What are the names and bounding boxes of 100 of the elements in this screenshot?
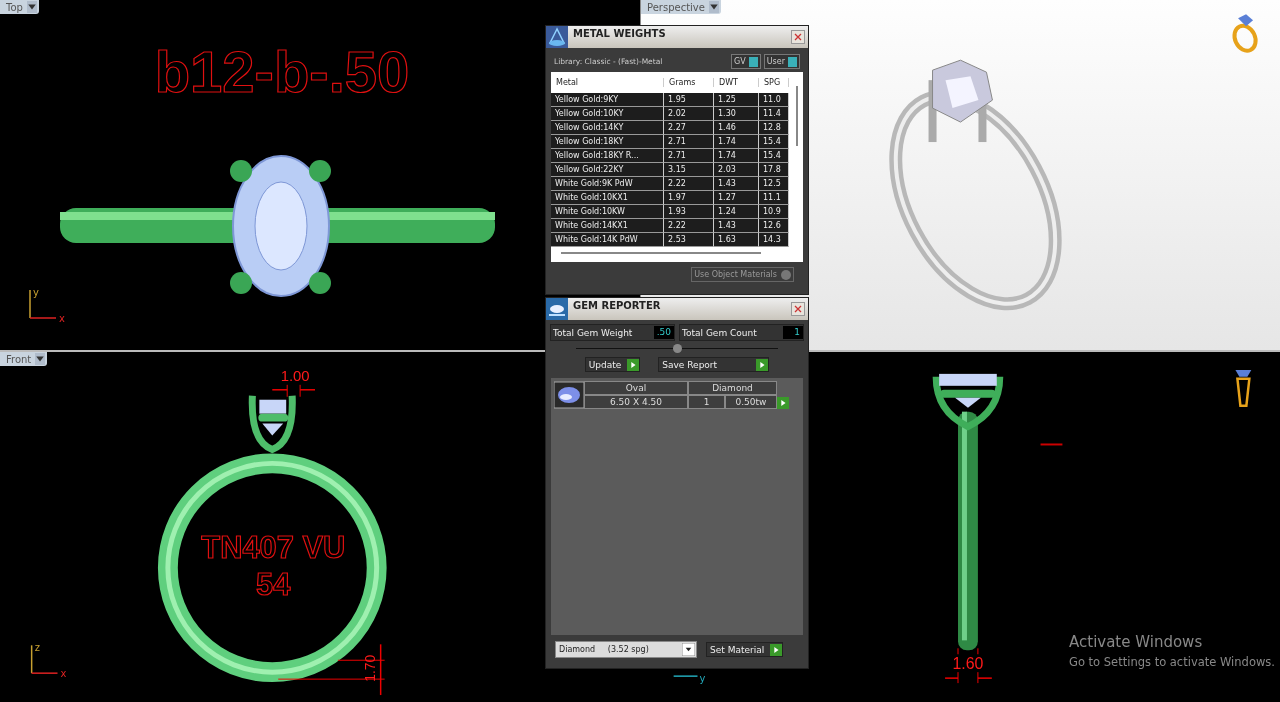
toggle-button[interactable]: User	[763, 54, 800, 69]
table-cell: 1.46	[714, 121, 759, 135]
play-icon	[627, 358, 640, 371]
caret-icon	[708, 1, 719, 13]
engraving-text: TN407 VU	[201, 529, 346, 565]
table-cell: Yellow Gold:9KY	[551, 93, 664, 107]
set-material-button[interactable]: Set Material	[706, 642, 784, 657]
table-cell: Yellow Gold:10KY	[551, 107, 664, 121]
table-cell: White Gold:10KX1	[551, 191, 664, 205]
field-value: 1	[783, 326, 803, 339]
table-cell: 11.1	[759, 191, 789, 205]
table-cell: 2.71	[664, 149, 714, 163]
table-cell: 11.4	[759, 107, 789, 121]
axis-icon	[672, 675, 699, 677]
oval-gem-icon	[554, 381, 584, 409]
table-cell: Diamond	[688, 381, 777, 395]
report-button[interactable]: Update	[584, 357, 641, 372]
column-header: Metal	[551, 78, 664, 87]
scrollbar[interactable]	[796, 86, 798, 146]
use-object-materials-button[interactable]: Use Object Materials	[691, 267, 794, 282]
axis-icon	[30, 644, 59, 674]
table-cell: Yellow Gold:22KY	[551, 163, 664, 177]
column-header: DWT	[714, 78, 759, 87]
play-icon	[770, 643, 783, 656]
table-cell: 1.27	[714, 191, 759, 205]
material-dropdown[interactable]: Diamond (3.52 spg)	[555, 641, 697, 658]
dimension-label: 1.60	[952, 655, 984, 673]
table-cell: 2.27	[664, 121, 714, 135]
table-cell: 11.0	[759, 93, 789, 107]
table-cell: 1.43	[714, 177, 759, 191]
caret-icon	[35, 353, 46, 365]
report-button[interactable]: Save Report	[658, 357, 770, 372]
table-cell: 1.30	[714, 107, 759, 121]
table-cell: 1	[688, 395, 725, 409]
viewport-tab[interactable]: Perspective	[641, 0, 721, 14]
table-cell: Yellow Gold:18KY R...	[551, 149, 664, 163]
close-icon	[793, 32, 803, 42]
table-cell: 10.9	[759, 205, 789, 219]
close-button[interactable]	[791, 302, 805, 316]
table-cell: 6.50 X 4.50	[584, 395, 688, 409]
engraving-text: b12-b-.50	[154, 39, 410, 104]
dimension-line	[944, 647, 993, 684]
table-cell: 2.02	[664, 107, 714, 121]
table-cell: 1.74	[714, 149, 759, 163]
table-cell: White Gold:9K PdW	[551, 177, 664, 191]
viewport-tab[interactable]: Top	[0, 0, 39, 14]
dimension-line	[271, 384, 316, 398]
radio-icon	[781, 269, 791, 280]
dimension-label: 1.70	[361, 654, 378, 682]
close-button[interactable]	[791, 30, 805, 44]
field-label: Total Gem Count	[681, 327, 757, 338]
viewport-tab[interactable]: Front	[0, 352, 48, 366]
field-label: Total Gem Weight	[552, 327, 633, 338]
table-cell: Yellow Gold:18KY	[551, 135, 664, 149]
table-cell: 2.03	[714, 163, 759, 177]
axis-label: x	[59, 313, 65, 324]
panel-title: GEM REPORTER	[572, 300, 662, 311]
gem-icon	[546, 298, 568, 320]
activation-message: Go to Settings to activate Windows.	[1069, 655, 1275, 669]
table-cell: 2.22	[664, 219, 714, 233]
collapse-handle[interactable]	[672, 344, 682, 353]
caret-icon	[682, 643, 695, 656]
table-cell: 1.74	[714, 135, 759, 149]
panel-title: METAL WEIGHTS	[572, 28, 667, 39]
table-cell: White Gold:14K PdW	[551, 233, 664, 247]
ring-icon	[1235, 369, 1252, 407]
caret-icon	[26, 1, 37, 13]
activation-title: Activate Windows	[1069, 633, 1204, 651]
table-cell: 1.97	[664, 191, 714, 205]
table-cell: 0.50tw	[725, 395, 777, 409]
table-cell: Oval	[584, 381, 688, 395]
table-cell: 1.95	[664, 93, 714, 107]
table-cell: 1.63	[714, 233, 759, 247]
table-cell: 1.24	[714, 205, 759, 219]
column-header: Grams	[664, 78, 714, 87]
column-header: SPG	[759, 78, 789, 87]
toggle-button[interactable]: GV	[731, 54, 761, 69]
expand-button[interactable]	[777, 397, 789, 409]
table-cell: 15.4	[759, 149, 789, 163]
table-cell: White Gold:14KX1	[551, 219, 664, 233]
axis-label: y	[699, 673, 706, 685]
table-cell: Yellow Gold:14KY	[551, 121, 664, 135]
axis-label: z	[34, 642, 40, 654]
table-cell: 12.6	[759, 219, 789, 233]
dimension-label: 1.00	[280, 367, 310, 384]
table-cell: White Gold:10KW	[551, 205, 664, 219]
close-icon	[793, 304, 803, 314]
axis-label: x	[60, 668, 67, 680]
axis-icon	[29, 289, 57, 319]
table-cell: 2.71	[664, 135, 714, 149]
scrollbar[interactable]	[561, 252, 761, 254]
table-cell: 1.25	[714, 93, 759, 107]
engraving-text: 54	[256, 566, 291, 602]
play-icon	[756, 358, 769, 371]
table-cell: 1.43	[714, 219, 759, 233]
ring-icon	[1232, 14, 1258, 53]
table-cell: 12.8	[759, 121, 789, 135]
table-cell: 1.93	[664, 205, 714, 219]
axis-label: y	[33, 287, 39, 298]
table-cell: 3.15	[664, 163, 714, 177]
